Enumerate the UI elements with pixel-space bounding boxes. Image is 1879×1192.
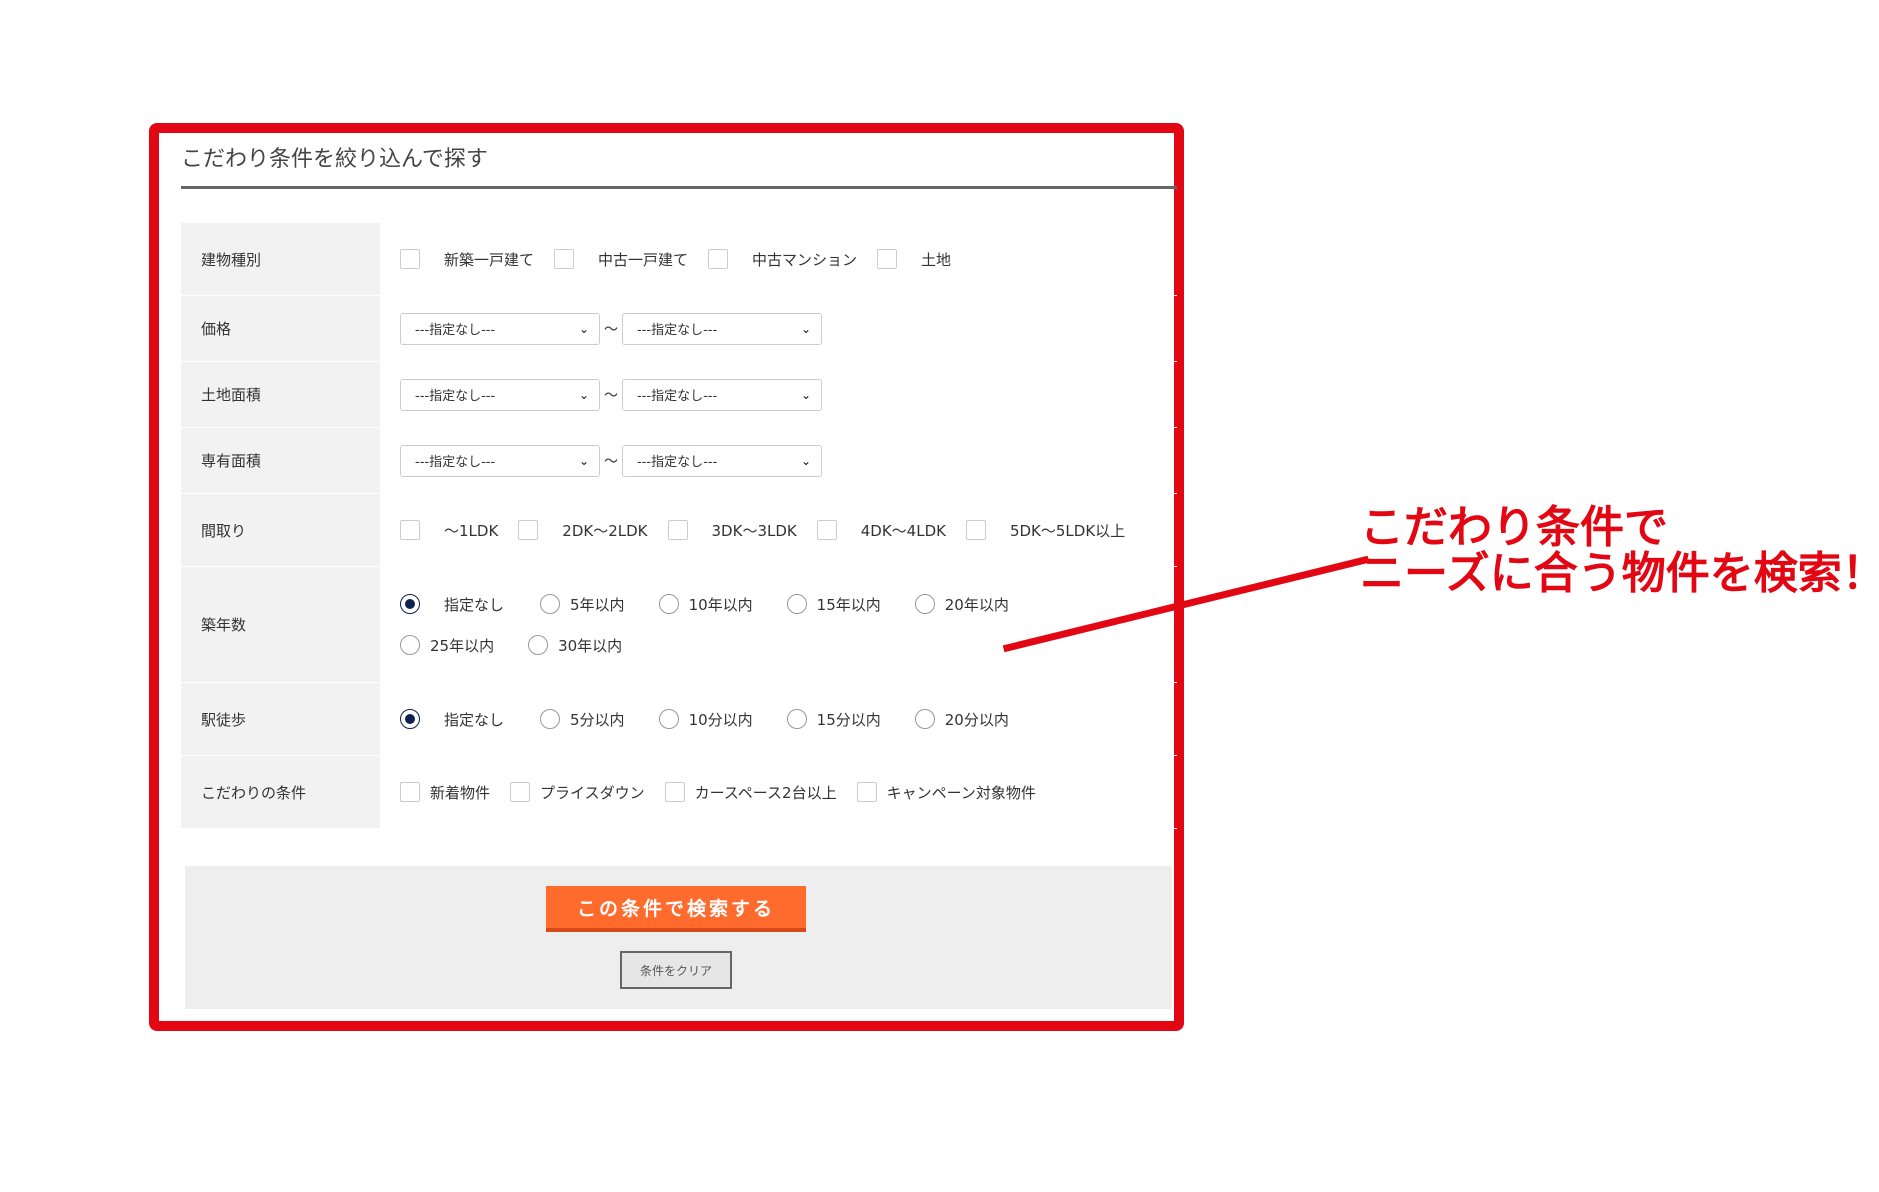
callout-text: こだわり条件で ニーズに合う物件を検索！ bbox=[1360, 505, 1879, 597]
callout-line-2: ニーズに合う物件を検索！ bbox=[1360, 548, 1879, 599]
callout-line-1: こだわり条件で bbox=[1360, 502, 1668, 553]
